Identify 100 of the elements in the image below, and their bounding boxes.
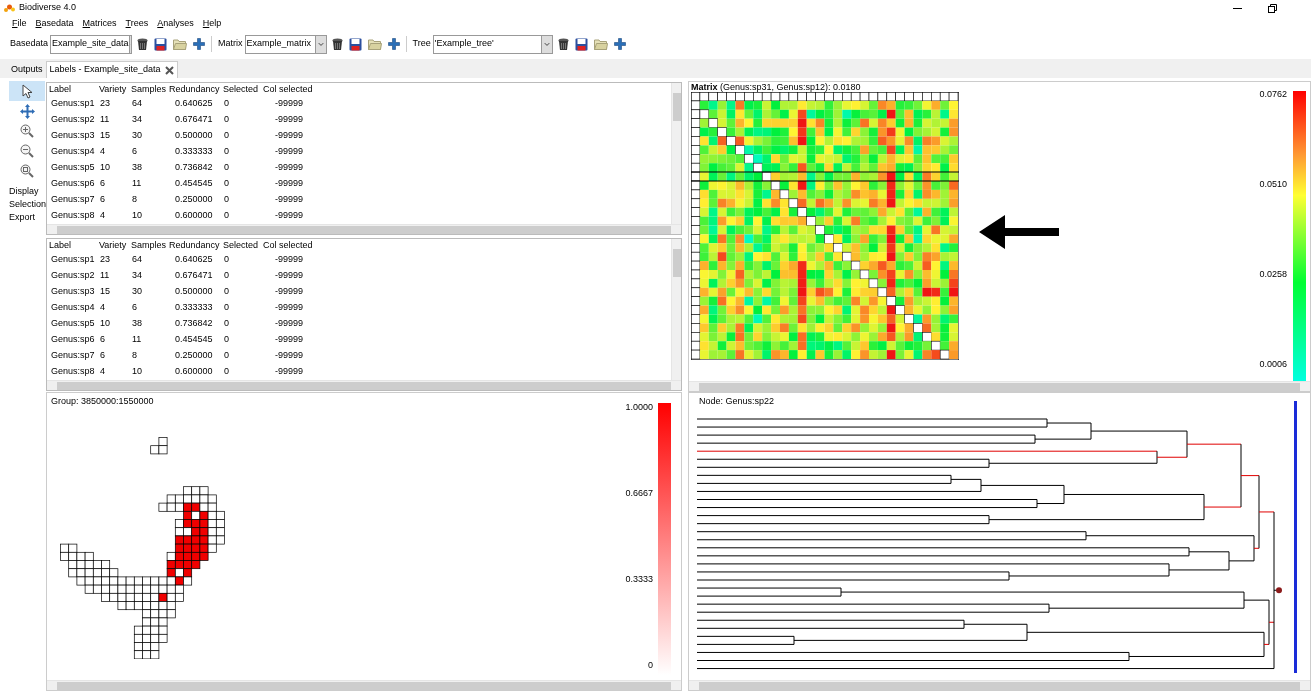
caret-icon (314, 35, 326, 53)
dropdown[interactable]: 'Example_tree' (432, 34, 553, 54)
table-cell: 0 (224, 130, 229, 141)
menu-item[interactable]: Trees (125, 16, 149, 31)
app-logo-icon (4, 4, 15, 12)
tool-button[interactable] (9, 81, 45, 101)
toolbar-label: Basedata (10, 37, 49, 51)
table-cell: 11 (132, 334, 142, 345)
table-cell: -99999 (275, 334, 304, 345)
vertical-scrollbar[interactable] (671, 83, 681, 224)
folder-icon[interactable] (593, 38, 608, 50)
column-header[interactable]: Samples (129, 82, 167, 97)
folder-icon[interactable] (367, 38, 382, 50)
column-header[interactable]: Redundancy (167, 82, 221, 97)
table-cell: 23 (100, 98, 110, 109)
dropdown[interactable]: Example_site_data (50, 34, 133, 54)
menu-item[interactable]: Basedata (35, 16, 74, 31)
save-icon[interactable] (348, 37, 362, 51)
table-cell: 0.454545 (175, 334, 213, 345)
table-cell: Genus:sp4 (51, 146, 95, 157)
column-header[interactable]: Samples (129, 238, 167, 253)
zoom-fit-icon[interactable] (20, 164, 34, 178)
table-cell: -99999 (275, 318, 304, 329)
table-cell: 8 (132, 350, 137, 361)
table-cell: 11 (132, 178, 142, 189)
trash-icon[interactable] (557, 37, 569, 51)
trash-icon[interactable] (137, 37, 149, 51)
add-icon[interactable] (613, 38, 626, 50)
heatmap-drawing[interactable] (691, 92, 959, 360)
menu-item[interactable]: Matrices (82, 16, 117, 31)
menu-item[interactable]: File (12, 16, 27, 31)
menu-item[interactable]: Export (9, 211, 46, 223)
table-cell: 15 (100, 130, 110, 141)
save-icon[interactable] (574, 37, 588, 51)
table-cell: 6 (100, 178, 105, 189)
table-cell: 0.250000 (175, 194, 213, 205)
save-icon[interactable] (154, 37, 168, 51)
trash-icon[interactable] (331, 37, 343, 51)
column-header[interactable]: Selected (221, 238, 261, 253)
scale-label: 0.0258 (1259, 268, 1287, 282)
table-cell: Genus:sp3 (51, 130, 95, 141)
table-cell: 34 (132, 114, 142, 125)
table-cell: Genus:sp7 (51, 350, 95, 361)
table-cell: -99999 (275, 350, 304, 361)
table-cell: 0 (224, 318, 229, 329)
horizontal-scrollbar[interactable] (47, 680, 681, 690)
table-cell: Genus:sp2 (51, 114, 95, 125)
menu-item[interactable]: Display (9, 185, 46, 197)
column-header[interactable]: Label (47, 238, 97, 253)
column-header[interactable]: Selected (221, 82, 261, 97)
scale-label: 0.0762 (1259, 88, 1287, 101)
pointer-icon[interactable] (21, 83, 33, 99)
menu-item[interactable]: Selection (9, 198, 46, 210)
column-header[interactable]: Label (47, 82, 97, 97)
menu-item[interactable]: Analyses (157, 16, 194, 31)
table-cell: 0.500000 (175, 130, 213, 141)
table-cell: Genus:sp1 (51, 254, 95, 265)
table-cell: 0.676471 (175, 270, 213, 281)
folder-icon[interactable] (173, 38, 188, 50)
restore-icon[interactable] (1268, 3, 1277, 13)
table-cell: 0.640625 (175, 98, 213, 109)
horizontal-scrollbar[interactable] (689, 680, 1310, 690)
horizontal-scrollbar[interactable] (47, 380, 681, 390)
table-cell: Genus:sp2 (51, 270, 95, 281)
vertical-scrollbar[interactable] (671, 239, 681, 380)
table-cell: 4 (100, 146, 105, 157)
scale-label: 0.6667 (625, 487, 653, 501)
table-cell: -99999 (275, 146, 304, 157)
scale-label: 0.0006 (1259, 358, 1287, 372)
column-header[interactable]: Col selected (261, 238, 321, 253)
table-cell: 11 (100, 270, 110, 281)
zoom-in-icon[interactable] (20, 124, 34, 138)
horizontal-scrollbar[interactable] (689, 381, 1310, 391)
grid-map-drawing[interactable] (60, 436, 226, 659)
tab[interactable]: Outputs (8, 61, 46, 78)
table-cell: 0.676471 (175, 114, 213, 125)
table-cell: 0 (224, 210, 229, 221)
table-cell: -99999 (275, 254, 304, 265)
close-icon[interactable] (164, 65, 174, 75)
add-icon[interactable] (387, 38, 400, 50)
table-cell: 0 (224, 146, 229, 157)
menu-item[interactable]: Help (202, 16, 222, 31)
add-icon[interactable] (193, 38, 206, 50)
table-cell: Genus:sp6 (51, 178, 95, 189)
table-cell: 0 (224, 286, 229, 297)
table-cell: 0.600000 (175, 366, 213, 377)
table-cell: Genus:sp4 (51, 302, 95, 313)
column-header[interactable]: Variety (97, 238, 129, 253)
group-title: Group: 3850000:1550000 (51, 395, 155, 408)
column-header[interactable]: Variety (97, 82, 129, 97)
column-header[interactable]: Redundancy (167, 238, 221, 253)
move-arrows-icon[interactable] (19, 103, 35, 119)
zoom-out-icon[interactable] (20, 144, 34, 158)
table-cell: 38 (132, 162, 142, 173)
horizontal-scrollbar[interactable] (47, 224, 681, 234)
tab[interactable]: Labels - Example_site_data (45, 61, 178, 78)
column-header[interactable]: Col selected (261, 82, 321, 97)
dropdown[interactable]: Example_matrix (244, 34, 327, 54)
table-cell: -99999 (275, 162, 304, 173)
table-cell: Genus:sp8 (51, 210, 95, 221)
